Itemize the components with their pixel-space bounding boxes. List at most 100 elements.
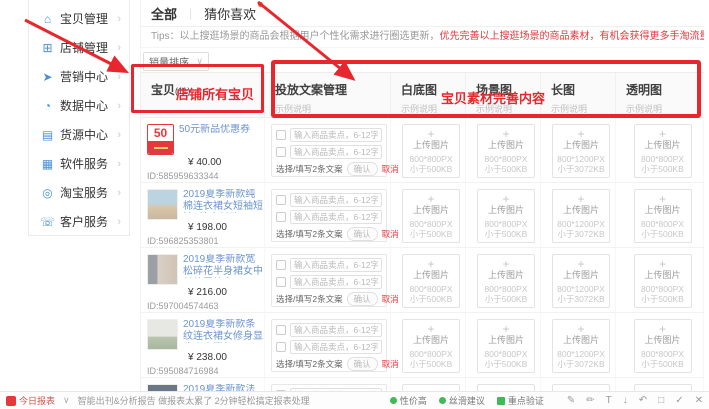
checkbox[interactable] <box>276 325 286 335</box>
selling-point-input[interactable] <box>290 210 382 224</box>
download-icon[interactable]: ↓ <box>623 395 628 406</box>
status-item-1[interactable]: 性价高 <box>390 394 427 407</box>
copy-footer: 选择/填写2条文案 确认 取消 <box>276 292 382 306</box>
sidebar-item-label: 货源中心 <box>60 126 108 143</box>
status-item-3[interactable]: 重点验证 <box>497 394 544 407</box>
example-link[interactable]: 示例说明 <box>626 102 704 115</box>
upload-image-button[interactable]: + 上传图片 800*800PX 小于500KB <box>634 319 692 373</box>
selling-point-input[interactable] <box>290 323 382 337</box>
upload-cell-long: + 上传图片 800*1200PX 小于3072KB <box>541 248 616 312</box>
table-row: 50 50元新品优惠券 ¥ 40.00 ID:585959633344 选择/填… <box>141 118 704 183</box>
upload-image-button[interactable]: + 上传图片 800*800PX 小于500KB <box>402 254 460 308</box>
example-link[interactable]: 示例说明 <box>476 102 540 115</box>
upload-image-button[interactable]: + 上传图片 800*800PX 小于500KB <box>634 124 692 178</box>
upload-image-button[interactable]: + 上传图片 800*1200PX 小于3072KB <box>552 124 610 178</box>
upload-image-button[interactable]: + 上传图片 800*800PX 小于500KB <box>477 384 535 391</box>
sidebar-item-3[interactable]: ➤营销中心› <box>29 62 129 91</box>
selling-point-input[interactable] <box>290 275 382 289</box>
upload-image-button[interactable]: + 上传图片 800*800PX 小于500KB <box>477 189 535 243</box>
example-link[interactable]: 示例说明 <box>551 102 615 115</box>
checkbox[interactable] <box>276 260 286 270</box>
sort-dropdown[interactable]: 销量排序 ∨ <box>143 52 209 71</box>
example-link[interactable]: 示例说明 <box>401 102 465 115</box>
upload-image-button[interactable]: + 上传图片 800*800PX 小于500KB <box>402 384 460 391</box>
product-title-link[interactable]: 50元新品优惠券 <box>179 124 261 148</box>
plus-icon: + <box>553 258 609 270</box>
table-row: 2019夏季新款法式波点连衣裙女中长款夏天山 选择/填写2条文案 确认 取消 <box>141 378 704 391</box>
report-brand[interactable]: 今日报表 <box>19 394 55 407</box>
product-title-link[interactable]: 2019夏季新款条纹连衣裙女修身显瘦小众网红 <box>183 319 264 343</box>
upload-image-button[interactable]: + 上传图片 800*1200PX 小于3072KB <box>552 384 610 391</box>
confirm-button[interactable]: 确认 <box>347 162 378 176</box>
copy-line <box>276 145 382 159</box>
upload-image-button[interactable]: + 上传图片 800*800PX 小于500KB <box>402 124 460 178</box>
product-thumbnail[interactable] <box>147 319 178 350</box>
checkbox[interactable] <box>276 212 286 222</box>
checkbox[interactable] <box>276 195 286 205</box>
status-item-2[interactable]: 丝滑建议 <box>439 394 485 407</box>
upload-image-button[interactable]: + 上传图片 800*1200PX 小于3072KB <box>552 254 610 308</box>
confirm-button[interactable]: 确认 <box>347 292 378 306</box>
confirm-icon[interactable]: ✓ <box>675 395 683 406</box>
pen-icon[interactable]: ✎ <box>567 395 575 406</box>
coupon-thumbnail[interactable]: 50 <box>147 124 174 155</box>
selling-point-input[interactable] <box>290 128 382 142</box>
upload-image-button[interactable]: + 上传图片 800*800PX 小于500KB <box>477 254 535 308</box>
tab-all[interactable]: 全部 <box>151 4 177 23</box>
confirm-button[interactable]: 确认 <box>347 357 378 371</box>
upload-label: 上传图片 <box>553 270 609 281</box>
close-icon[interactable]: ✕ <box>695 395 703 406</box>
marker-icon[interactable]: ✏ <box>586 395 594 406</box>
example-link[interactable]: 示例说明 <box>275 102 390 115</box>
sidebar: ⌂宝贝管理›⊞店铺管理›➤营销中心›◔数据中心›▤货源中心›▦软件服务›◎淘宝服… <box>28 0 130 236</box>
upload-image-button[interactable]: + 上传图片 800*1200PX 小于3072KB <box>552 189 610 243</box>
rect-icon[interactable]: □ <box>658 395 664 406</box>
checkbox[interactable] <box>276 342 286 352</box>
upload-image-button[interactable]: + 上传图片 800*800PX 小于500KB <box>402 189 460 243</box>
sidebar-item-6[interactable]: ▦软件服务› <box>29 149 129 178</box>
selling-point-input[interactable] <box>290 258 382 272</box>
undo-icon[interactable]: ↶ <box>639 395 647 406</box>
selling-point-input[interactable] <box>290 145 382 159</box>
selling-point-input[interactable] <box>290 193 382 207</box>
product-title-link[interactable]: 2019夏季新款法式波点连衣裙女中长款夏天山 <box>183 384 264 391</box>
upload-image-button[interactable]: + 上传图片 800*800PX 小于500KB <box>634 189 692 243</box>
confirm-button[interactable]: 确认 <box>347 227 378 241</box>
copy-footer-text: 选择/填写2条文案 <box>276 163 343 175</box>
sidebar-item-5[interactable]: ▤货源中心› <box>29 120 129 149</box>
sidebar-item-1[interactable]: ⌂宝贝管理› <box>29 4 129 33</box>
upload-image-button[interactable]: + 上传图片 800*800PX 小于500KB <box>634 254 692 308</box>
upload-label: 上传图片 <box>403 335 459 346</box>
checkbox[interactable] <box>276 147 286 157</box>
selling-point-input[interactable] <box>290 340 382 354</box>
text-icon[interactable]: T <box>606 395 612 406</box>
upload-size: 800*800PX <box>403 154 459 164</box>
product-title-link[interactable]: 2019夏季新款宽松碎花半身裙女中长款雪纺白 <box>183 254 264 278</box>
table-header: 宝贝(11)投放文案管理示例说明白底图示例说明场景图示例说明长图示例说明透明图示… <box>141 72 704 118</box>
chevron-right-icon: › <box>117 42 121 54</box>
sidebar-item-2[interactable]: ⊞店铺管理› <box>29 33 129 62</box>
copy-footer: 选择/填写2条文案 确认 取消 <box>276 357 382 371</box>
upload-cell-white-bg: + 上传图片 800*800PX 小于500KB <box>391 183 466 247</box>
upload-limit: 小于500KB <box>403 229 459 239</box>
checkbox[interactable] <box>276 130 286 140</box>
upload-size: 800*800PX <box>635 349 691 359</box>
checkbox[interactable] <box>276 277 286 287</box>
sidebar-item-4[interactable]: ◔数据中心› <box>29 91 129 120</box>
product-thumbnail[interactable] <box>147 189 178 220</box>
tab-guess-you-like[interactable]: 猜你喜欢 <box>204 4 256 23</box>
upload-image-button[interactable]: + 上传图片 800*800PX 小于500KB <box>402 319 460 373</box>
product-thumbnail[interactable] <box>147 384 178 391</box>
product-title-link[interactable]: 2019夏季新款纯棉连衣裙女短袖短裤T恤中长款 <box>183 189 264 213</box>
product-thumbnail[interactable] <box>147 254 178 285</box>
upload-image-button[interactable]: + 上传图片 800*800PX 小于500KB <box>477 319 535 373</box>
bottom-toolbar: 今日报表 ∨ 智能出刊&分析报告 做报表太累了 2分钟轻松搞定报表处理 性价高丝… <box>0 391 709 409</box>
sidebar-item-7[interactable]: ◎淘宝服务› <box>29 178 129 207</box>
upload-image-button[interactable]: + 上传图片 800*800PX 小于500KB <box>634 384 692 391</box>
upload-cell-scene: + 上传图片 800*800PX 小于500KB <box>466 183 541 247</box>
caret-icon[interactable]: ∨ <box>63 395 70 406</box>
upload-image-button[interactable]: + 上传图片 800*800PX 小于500KB <box>477 124 535 178</box>
upload-cell-long: + 上传图片 800*1200PX 小于3072KB <box>541 378 616 391</box>
sidebar-item-8[interactable]: ☏客户服务› <box>29 207 129 236</box>
upload-image-button[interactable]: + 上传图片 800*1200PX 小于3072KB <box>552 319 610 373</box>
